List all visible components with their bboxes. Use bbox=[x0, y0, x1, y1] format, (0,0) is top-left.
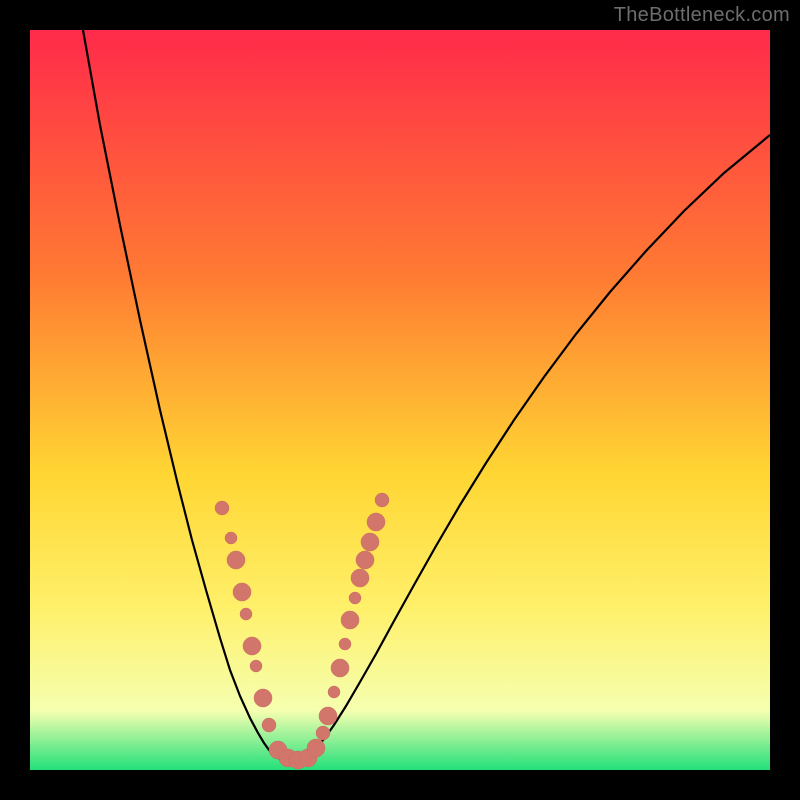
data-marker bbox=[240, 608, 252, 620]
data-marker bbox=[227, 551, 245, 569]
data-marker bbox=[331, 659, 349, 677]
data-marker bbox=[215, 501, 229, 515]
data-marker bbox=[250, 660, 262, 672]
data-marker bbox=[319, 707, 337, 725]
data-marker bbox=[254, 689, 272, 707]
gradient-background bbox=[30, 30, 770, 770]
data-marker bbox=[361, 533, 379, 551]
data-marker bbox=[307, 739, 325, 757]
data-marker bbox=[351, 569, 369, 587]
watermark-text: TheBottleneck.com bbox=[614, 4, 790, 27]
data-marker bbox=[349, 592, 361, 604]
data-marker bbox=[328, 686, 340, 698]
data-marker bbox=[341, 611, 359, 629]
chart-plot-area bbox=[30, 30, 770, 770]
chart-frame: TheBottleneck.com bbox=[0, 0, 800, 800]
data-marker bbox=[375, 493, 389, 507]
data-marker bbox=[356, 551, 374, 569]
data-marker bbox=[367, 513, 385, 531]
data-marker bbox=[243, 637, 261, 655]
data-marker bbox=[316, 726, 330, 740]
data-marker bbox=[233, 583, 251, 601]
data-marker bbox=[339, 638, 351, 650]
chart-svg bbox=[30, 30, 770, 770]
data-marker bbox=[262, 718, 276, 732]
data-marker bbox=[225, 532, 237, 544]
